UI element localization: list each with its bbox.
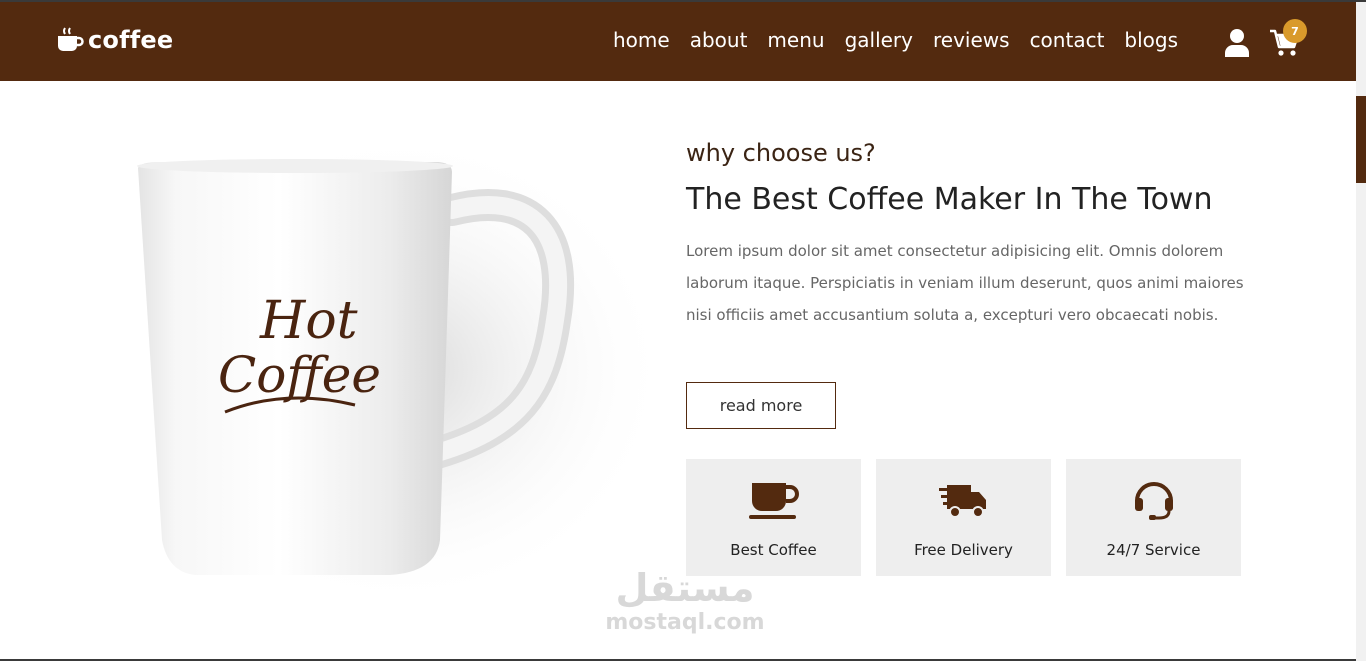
features-row: Best Coffee Free Delivery 24/7 Service: [686, 459, 1241, 576]
headset-icon: [1134, 482, 1173, 520]
feature-free-delivery: Free Delivery: [876, 459, 1051, 576]
mug-hot-icon: [58, 27, 84, 51]
scrollbar-thumb[interactable]: [1356, 96, 1366, 183]
section-paragraph: Lorem ipsum dolor sit amet consectetur a…: [686, 242, 1244, 324]
nav-contact[interactable]: contact: [1030, 28, 1105, 52]
coffee-cup-icon: [748, 483, 799, 519]
header-icons: 7: [1223, 19, 1313, 62]
watermark-latin: mostaql.com: [605, 610, 765, 635]
nav-home[interactable]: home: [613, 28, 670, 52]
mostaql-watermark: مستقل mostaql.com: [600, 566, 770, 650]
feature-label: Best Coffee: [730, 541, 817, 559]
shipping-fast-icon: [938, 485, 986, 518]
read-more-button[interactable]: read more: [686, 382, 836, 429]
feature-label: 24/7 Service: [1106, 541, 1201, 559]
svg-text:Coffee: Coffee: [218, 346, 381, 404]
svg-text:Hot: Hot: [259, 291, 358, 351]
section-title: The Best Coffee Maker In The Town: [686, 182, 1213, 217]
feature-24-7-service: 24/7 Service: [1066, 459, 1241, 576]
section-subtitle: why choose us?: [686, 139, 876, 167]
main-nav: home about menu gallery reviews contact …: [613, 28, 1178, 52]
site-logo[interactable]: coffee: [56, 26, 173, 54]
cart-count-badge: 7: [1283, 19, 1307, 43]
site-header: coffee home about menu gallery reviews c…: [0, 2, 1356, 81]
nav-blogs[interactable]: blogs: [1124, 28, 1178, 52]
user-icon[interactable]: [1223, 28, 1251, 58]
logo-text: coffee: [88, 26, 174, 54]
hot-coffee-mug-image: Hot Coffee: [100, 120, 670, 620]
watermark-arabic: مستقل: [615, 566, 755, 610]
nav-menu[interactable]: menu: [767, 28, 824, 52]
feature-label: Free Delivery: [914, 541, 1013, 559]
nav-reviews[interactable]: reviews: [933, 28, 1010, 52]
nav-about[interactable]: about: [690, 28, 748, 52]
feature-best-coffee: Best Coffee: [686, 459, 861, 576]
nav-gallery[interactable]: gallery: [845, 28, 913, 52]
